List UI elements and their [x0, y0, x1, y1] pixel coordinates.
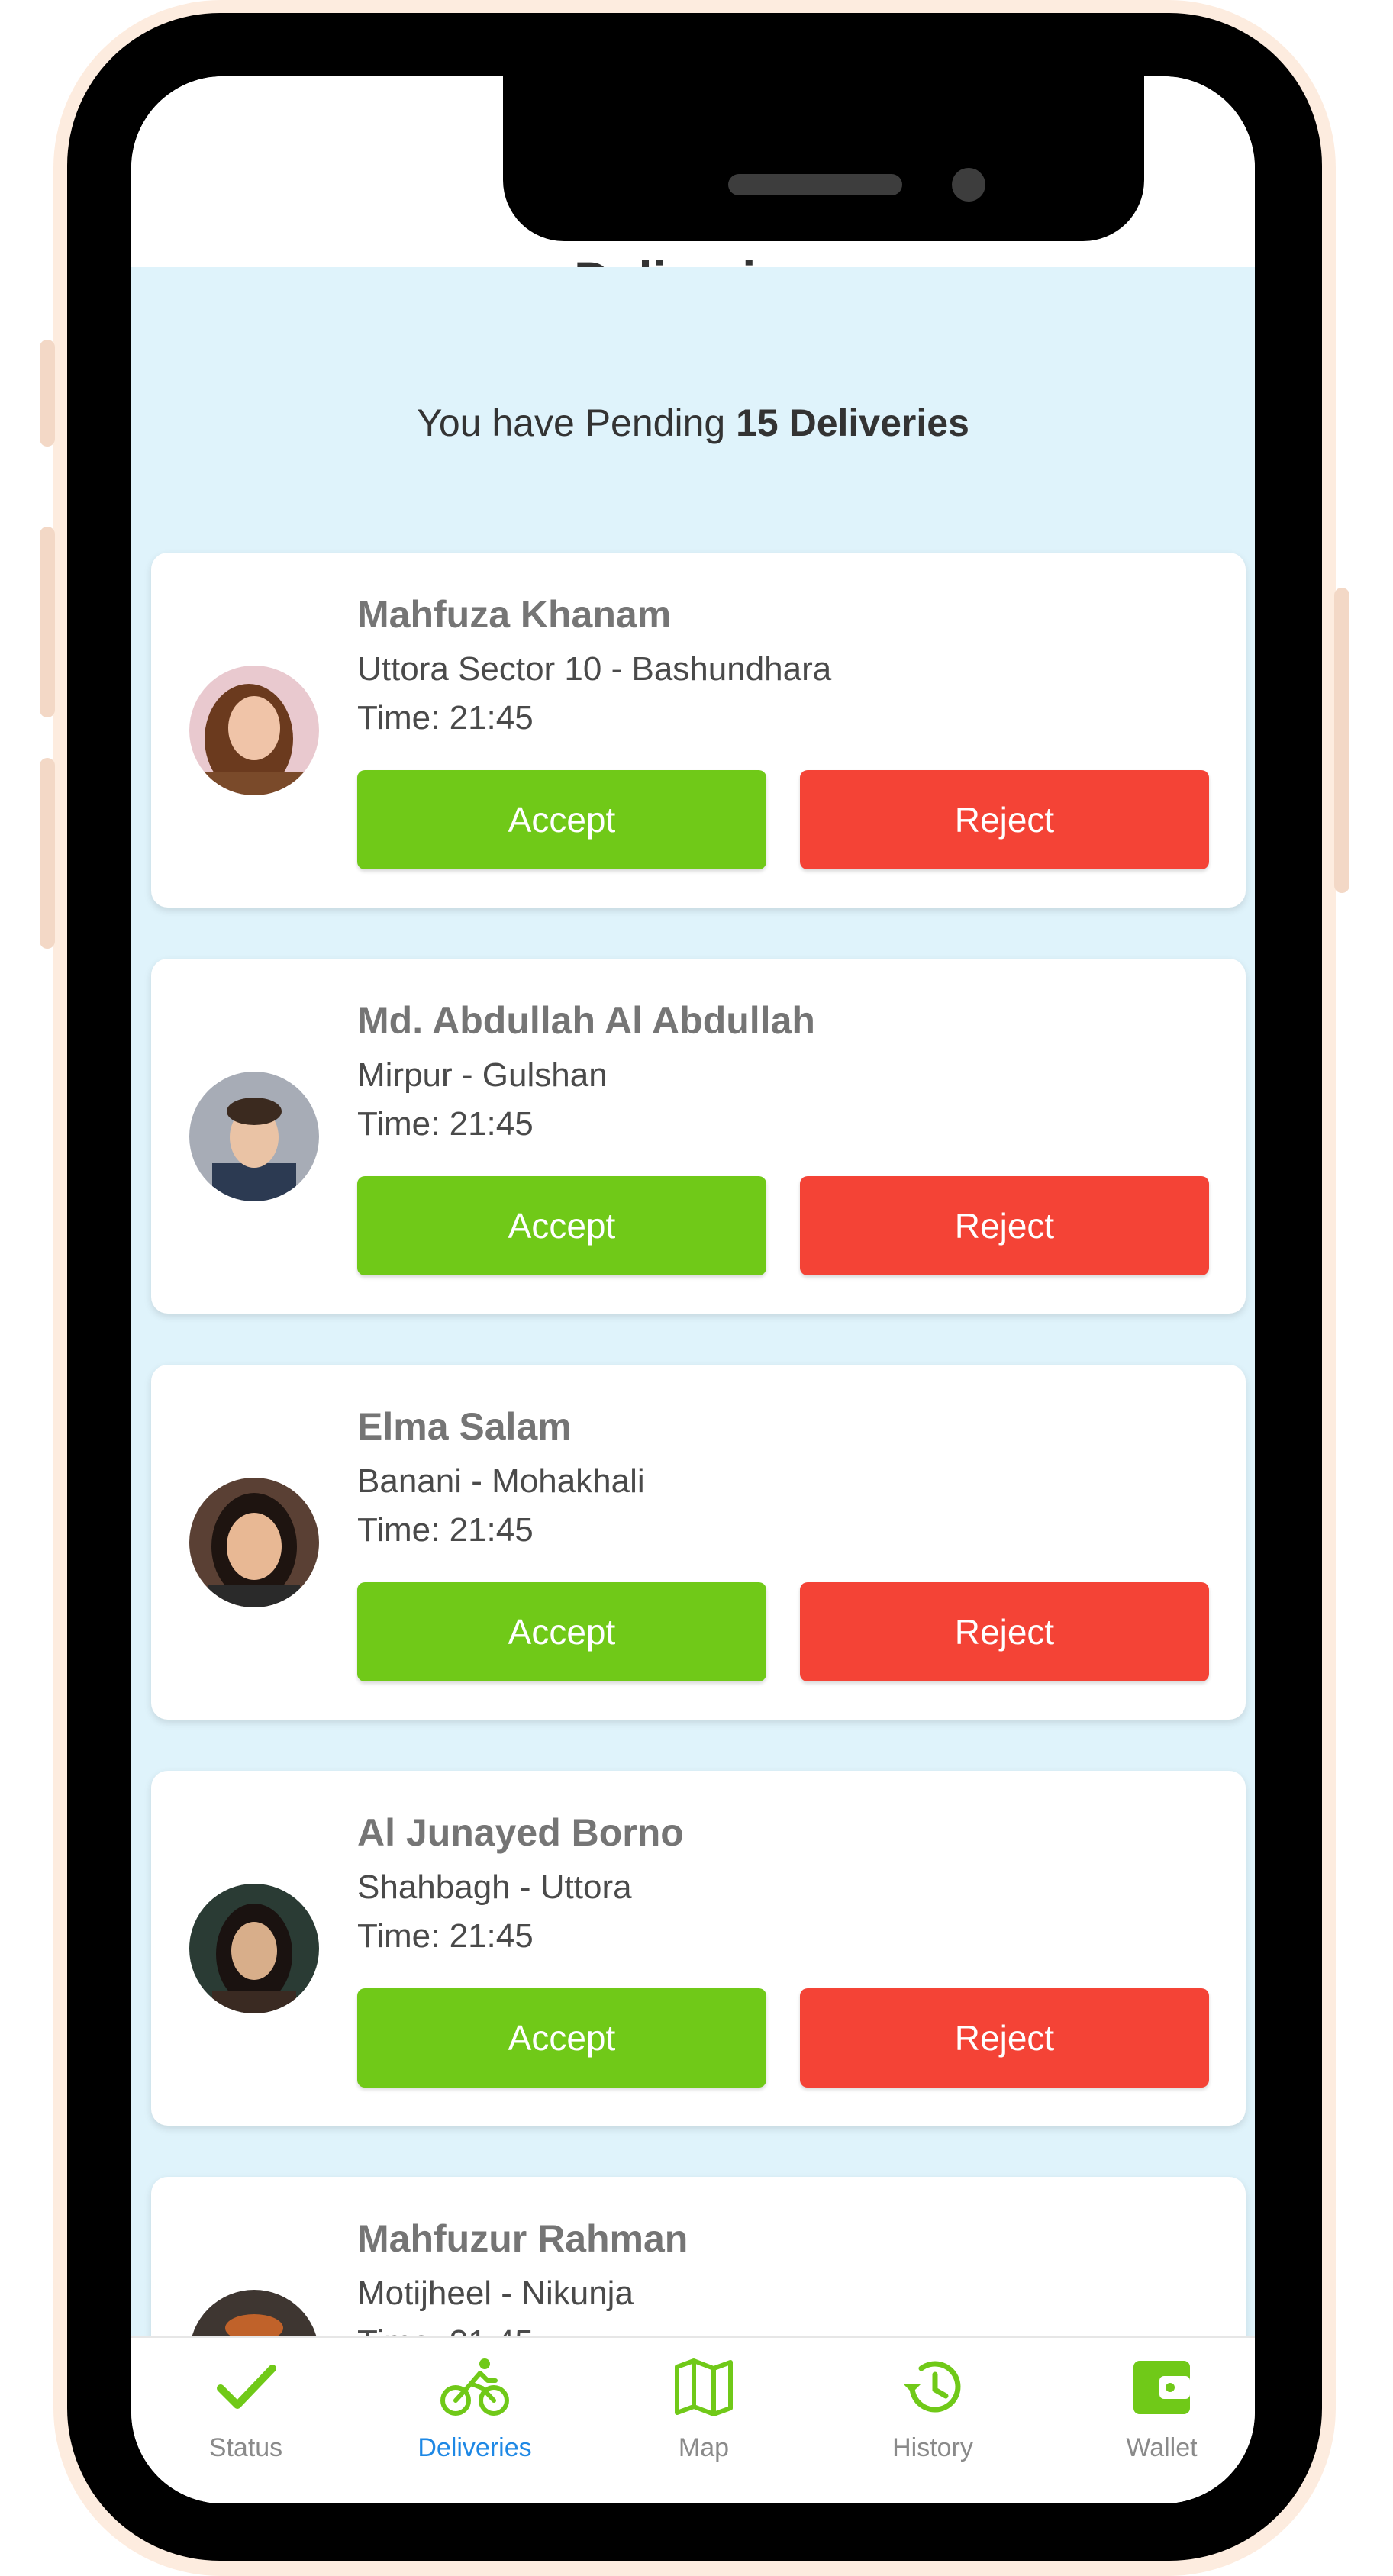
volume-up-button	[40, 527, 55, 717]
volume-down-button	[40, 758, 55, 949]
power-button	[1334, 588, 1349, 893]
accept-button[interactable]: Accept	[357, 1176, 766, 1275]
delivery-route: Uttora Sector 10 - Bashundhara	[357, 650, 832, 688]
delivery-card: Mahfuza Khanam Uttora Sector 10 - Bashun…	[151, 553, 1246, 908]
delivery-card: Elma Salam Banani - Mohakhali Time: 21:4…	[151, 1365, 1246, 1720]
delivery-time: Time: 21:45	[357, 1105, 534, 1143]
tab-history[interactable]: History	[818, 2338, 1047, 2503]
deliveries-list[interactable]: You have Pending 15 Deliveries Mahfuza K…	[131, 267, 1255, 2503]
wallet-icon	[1127, 2353, 1196, 2422]
tab-label: Wallet	[1126, 2433, 1198, 2462]
avatar	[189, 1478, 319, 1607]
customer-name: Al Junayed Borno	[357, 1811, 684, 1854]
notch	[503, 76, 1144, 241]
delivery-time: Time: 21:45	[357, 1917, 534, 1955]
map-icon	[669, 2353, 738, 2422]
delivery-card: Md. Abdullah Al Abdullah Mirpur - Gulsha…	[151, 959, 1246, 1314]
avatar	[189, 1884, 319, 2013]
bottom-tab-bar: Status Deliveries Map History Wallet	[131, 2336, 1255, 2503]
accept-button[interactable]: Accept	[357, 770, 766, 869]
accept-button[interactable]: Accept	[357, 1582, 766, 1681]
tab-label: Deliveries	[418, 2433, 532, 2462]
tab-status[interactable]: Status	[131, 2338, 360, 2503]
avatar	[189, 666, 319, 795]
pending-count: 15 Deliveries	[736, 401, 969, 444]
customer-name: Mahfuzur Rahman	[357, 2217, 688, 2260]
phone-screen: Deliveries You have Pending 15 Deliverie…	[131, 76, 1255, 2503]
tab-deliveries[interactable]: Deliveries	[360, 2338, 589, 2503]
delivery-time: Time: 21:45	[357, 699, 534, 737]
speaker-grille	[728, 174, 902, 195]
reject-button[interactable]: Reject	[800, 1582, 1209, 1681]
reject-button[interactable]: Reject	[800, 1988, 1209, 2088]
tab-wallet[interactable]: Wallet	[1047, 2338, 1255, 2503]
front-camera	[952, 168, 985, 202]
customer-name: Mahfuza Khanam	[357, 593, 672, 636]
avatar	[189, 1072, 319, 1201]
history-icon	[898, 2353, 967, 2422]
delivery-time: Time: 21:45	[357, 1511, 534, 1549]
delivery-route: Banani - Mohakhali	[357, 1462, 645, 1500]
accept-button[interactable]: Accept	[357, 1988, 766, 2088]
pending-prefix: You have Pending	[417, 401, 726, 444]
tab-label: History	[892, 2433, 973, 2462]
pending-summary: You have Pending 15 Deliveries	[131, 401, 1255, 445]
checkmark-icon	[211, 2353, 280, 2422]
bicycle-rider-icon	[440, 2353, 509, 2422]
customer-name: Elma Salam	[357, 1405, 572, 1448]
tab-label: Status	[208, 2433, 283, 2462]
delivery-route: Shahbagh - Uttora	[357, 1868, 632, 1906]
tab-label: Map	[678, 2433, 730, 2462]
delivery-route: Motijheel - Nikunja	[357, 2275, 634, 2312]
delivery-route: Mirpur - Gulshan	[357, 1056, 608, 1094]
mute-switch	[40, 340, 55, 447]
tab-map[interactable]: Map	[589, 2338, 818, 2503]
customer-name: Md. Abdullah Al Abdullah	[357, 999, 815, 1042]
delivery-card: Al Junayed Borno Shahbagh - Uttora Time:…	[151, 1771, 1246, 2126]
reject-button[interactable]: Reject	[800, 770, 1209, 869]
reject-button[interactable]: Reject	[800, 1176, 1209, 1275]
